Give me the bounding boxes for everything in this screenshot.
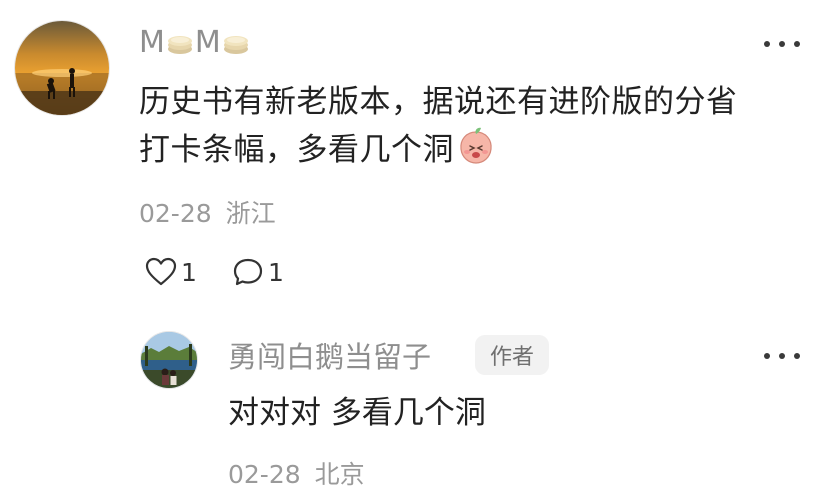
heart-outline-icon: [145, 257, 177, 286]
comment-text-line: 打卡条幅，多看几个洞: [139, 126, 809, 174]
comment-thread: M M 历史书有新老版本，据说还有进阶版的分省 打卡条幅，多看几个洞 02-28…: [0, 0, 832, 500]
comment-date: 02-28: [139, 199, 212, 228]
username-part: M: [139, 25, 165, 60]
comment-bubble-icon: [233, 258, 263, 286]
comment-text-fragment: 打卡条幅，多看几个洞: [139, 132, 454, 168]
reply-date: 02-28: [228, 460, 301, 489]
reply-text: 对对对 多看几个洞: [228, 395, 486, 431]
reply-location: 北京: [314, 460, 365, 489]
author-badge: 作者: [475, 335, 549, 375]
like-button[interactable]: 1: [145, 256, 197, 288]
dot: [764, 41, 770, 47]
coin-stack-icon: [223, 36, 248, 54]
comment-text-line: 历史书有新老版本，据说还有进阶版的分省: [139, 84, 738, 120]
comment-meta: 02-28 浙江: [139, 199, 276, 229]
dot: [794, 41, 800, 47]
avatar-lake-image: [141, 332, 197, 388]
reply-button[interactable]: 1: [232, 256, 284, 288]
comment-location: 浙江: [225, 199, 276, 228]
dot: [764, 353, 770, 359]
reply-meta: 02-28 北京: [228, 460, 365, 490]
comment-username[interactable]: M M: [139, 25, 251, 61]
more-dots-icon[interactable]: [764, 34, 800, 54]
reply-count: 1: [268, 257, 284, 287]
peach-face-emoji: [460, 127, 492, 164]
avatar[interactable]: [140, 331, 198, 389]
username-part: M: [194, 25, 221, 60]
avatar[interactable]: [14, 20, 110, 116]
dot: [779, 41, 785, 47]
more-dots-icon[interactable]: [764, 346, 800, 366]
dot: [779, 353, 785, 359]
dot: [794, 353, 800, 359]
reply-username[interactable]: 勇闯白鹅当留子: [228, 339, 431, 375]
comment-text: 历史书有新老版本，据说还有进阶版的分省 打卡条幅，多看几个洞: [139, 78, 809, 174]
like-count: 1: [181, 257, 197, 287]
coin-stack-icon: [167, 36, 192, 54]
avatar-sunset-image: [15, 21, 109, 115]
